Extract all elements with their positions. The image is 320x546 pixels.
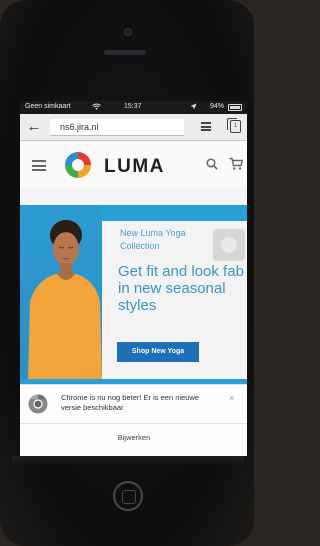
clock: 15:37 xyxy=(124,103,142,110)
status-bar: Geen simkaart 15:37 94% xyxy=(20,101,247,114)
divider xyxy=(20,423,247,424)
front-camera xyxy=(124,28,132,36)
address-bar[interactable]: ns6.jira.nl xyxy=(50,119,184,136)
hamburger-icon[interactable] xyxy=(32,160,46,171)
chrome-icon xyxy=(28,394,48,414)
luma-wordmark: LUMA xyxy=(104,156,165,177)
phone-screen: Geen simkaart 15:37 94% ← ns6.jira.nl 1 xyxy=(20,101,247,456)
search-icon[interactable] xyxy=(206,158,218,170)
update-button[interactable]: Bijwerken xyxy=(90,429,178,447)
shop-new-yoga-button[interactable]: Shop New Yoga xyxy=(117,342,199,362)
hero-headline: Get fit and look fab in new seasonal sty… xyxy=(118,263,244,314)
back-arrow-icon[interactable]: ← xyxy=(26,118,42,136)
yoga-model-photo xyxy=(20,205,102,379)
store-header: LUMA xyxy=(20,142,247,188)
wifi-icon xyxy=(92,103,101,112)
carrier-label: Geen simkaart xyxy=(25,103,71,110)
browser-toolbar: ← ns6.jira.nl 1 xyxy=(20,114,247,141)
bezel-glare xyxy=(12,456,244,466)
chrome-update-message: Chrome is nu nog beter! Er is een nieuwe… xyxy=(61,393,199,412)
hero-text-panel: New Luma Yoga Collection Get fit and loo… xyxy=(102,221,247,379)
earpiece-speaker xyxy=(104,50,146,55)
hero-banner[interactable]: New Luma Yoga Collection Get fit and loo… xyxy=(20,205,247,395)
tabs-icon[interactable]: 1 xyxy=(227,118,241,133)
phone-frame: Geen simkaart 15:37 94% ← ns6.jira.nl 1 xyxy=(0,0,254,546)
close-icon[interactable]: × xyxy=(229,393,234,403)
url-text: ns6.jira.nl xyxy=(60,122,99,132)
hero-eyebrow: New Luma Yoga Collection xyxy=(120,228,186,251)
chrome-update-infobar: Chrome is nu nog beter! Er is een nieuwe… xyxy=(20,384,247,456)
slide-indicator[interactable] xyxy=(213,229,245,261)
battery-percentage: 94% xyxy=(210,103,225,110)
home-button[interactable] xyxy=(113,481,143,511)
menu-icon[interactable] xyxy=(201,122,211,131)
luma-logo[interactable] xyxy=(63,150,93,180)
location-icon xyxy=(190,103,197,112)
battery-icon xyxy=(228,104,242,111)
cart-icon[interactable] xyxy=(229,157,243,171)
